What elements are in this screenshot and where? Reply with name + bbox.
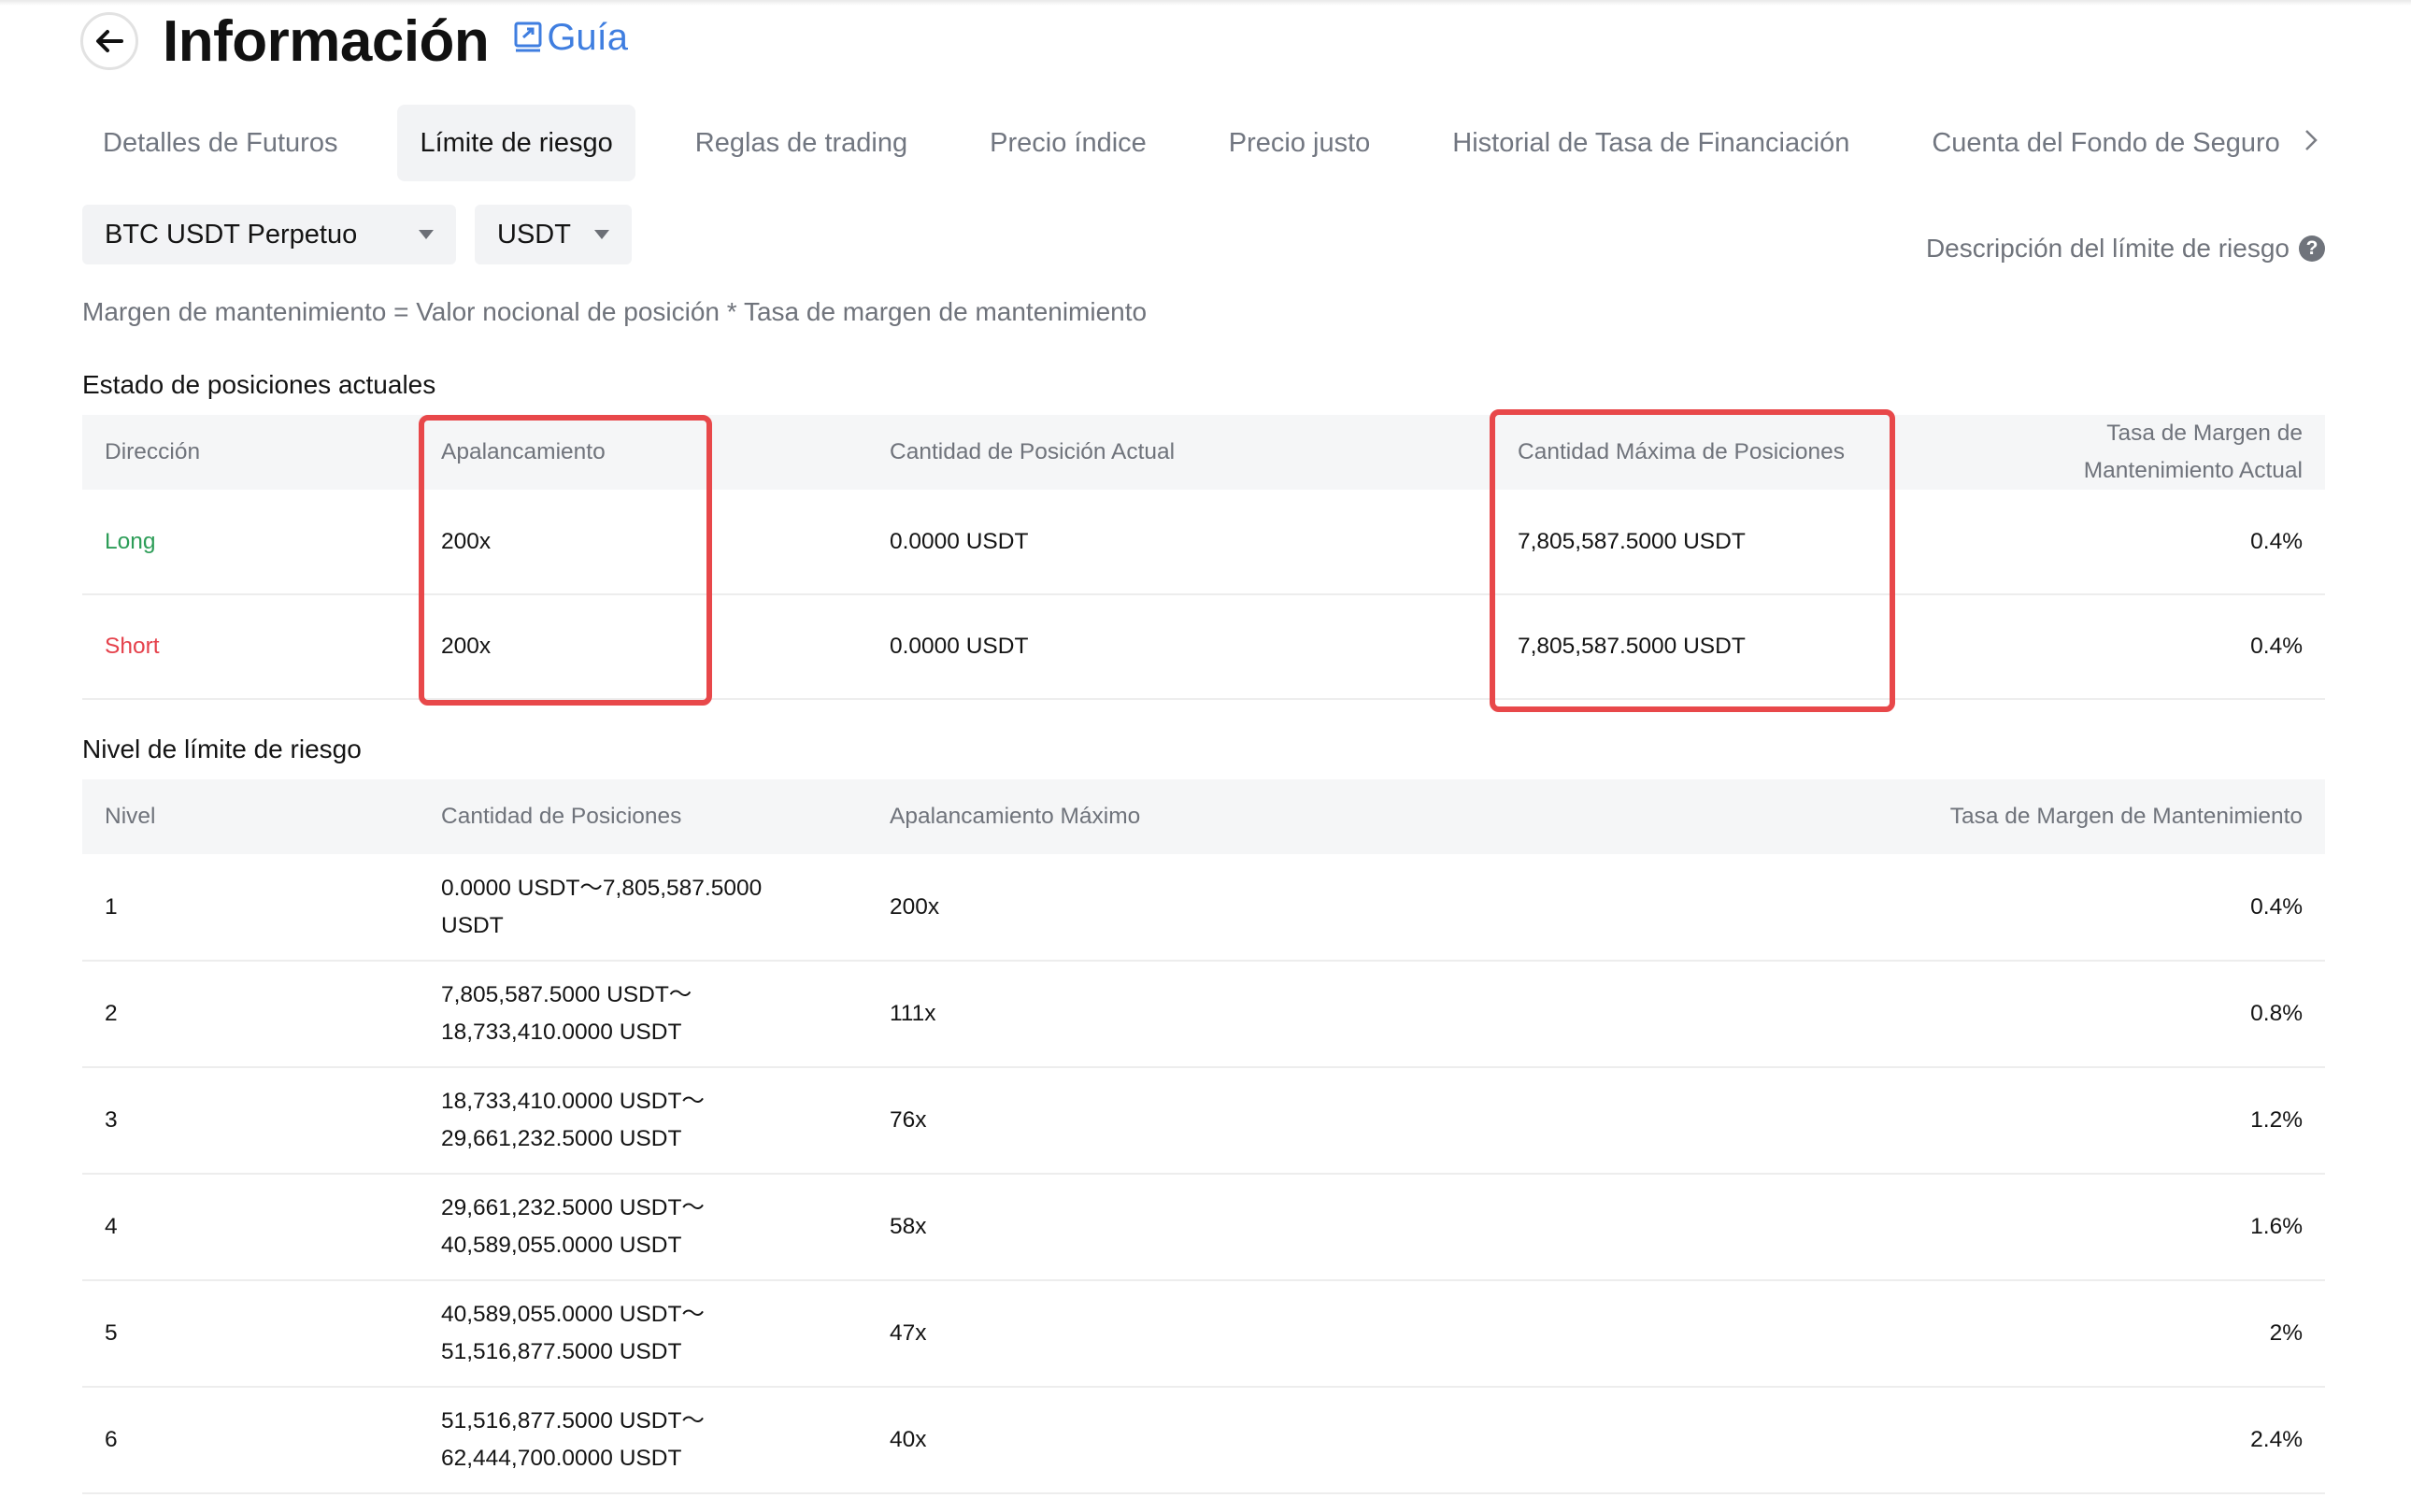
qty-line2: 40,589,055.0000 USDT — [441, 1233, 682, 1258]
col-mmr: Tasa de Margen de Mantenimiento — [1495, 779, 2325, 854]
qty-line1: 18,733,410.0000 USDT～ — [441, 1089, 705, 1114]
currency-select[interactable]: USDT — [475, 205, 632, 264]
level-cell: 1 — [82, 854, 419, 962]
level-cell: 6 — [82, 1387, 419, 1494]
mmr-cell: 0.8% — [1495, 961, 2325, 1068]
col-position-qty: Cantidad de Posiciones — [419, 779, 867, 854]
position-qty-cell: 7,805,587.5000 USDT～ 18,733,410.0000 USDT — [419, 961, 867, 1068]
tab-index-price[interactable]: Precio índice — [967, 105, 1169, 181]
qty-line1: 29,661,232.5000 USDT～ — [441, 1195, 705, 1220]
table-row: 2 7,805,587.5000 USDT～ 18,733,410.0000 US… — [82, 961, 2325, 1068]
qty-line1: 51,516,877.5000 USDT～ — [441, 1408, 705, 1434]
position-qty-cell: 51,516,877.5000 USDT～ 62,444,700.0000 USD… — [419, 1387, 867, 1494]
mmr-cell: 1.6% — [1495, 1174, 2325, 1281]
table-row: 6 51,516,877.5000 USDT～ 62,444,700.0000 U… — [82, 1387, 2325, 1494]
max-leverage-cell: 58x — [867, 1174, 1495, 1281]
direction-cell: Short — [82, 594, 419, 700]
qty-line2: 29,661,232.5000 USDT — [441, 1126, 682, 1151]
position-qty-cell: 29,661,232.5000 USDT～ 40,589,055.0000 USD… — [419, 1174, 867, 1281]
risk-levels-table: Nivel Cantidad de Posiciones Apalancamie… — [82, 779, 2325, 1494]
currency-select-value: USDT — [497, 219, 571, 250]
tab-fair-price[interactable]: Precio justo — [1206, 105, 1393, 181]
guide-label: Guía — [547, 16, 629, 58]
pair-select-value: BTC USDT Perpetuo — [105, 219, 358, 250]
max-leverage-cell: 200x — [867, 854, 1495, 962]
max-leverage-cell: 111x — [867, 961, 1495, 1068]
table-row: 1 0.0000 USDT～7,805,587.5000 USDT 200x 0.… — [82, 854, 2325, 962]
level-cell: 5 — [82, 1280, 419, 1388]
col-level: Nivel — [82, 779, 419, 854]
tab-funding-history[interactable]: Historial de Tasa de Financiación — [1430, 105, 1872, 181]
risk-limit-description-label: Descripción del límite de riesgo — [1925, 234, 2290, 263]
current-positions-title: Estado de posiciones actuales — [82, 370, 436, 399]
tab-futures-details[interactable]: Detalles de Futuros — [80, 105, 360, 181]
mmr-cell: 1.2% — [1495, 1067, 2325, 1175]
mmr-cell: 0.4% — [1495, 854, 2325, 962]
page-title: Información — [163, 8, 490, 74]
max-leverage-cell: 40x — [867, 1387, 1495, 1494]
mmr-cell: 2% — [1495, 1280, 2325, 1388]
max-leverage-cell: 47x — [867, 1280, 1495, 1388]
table-row: 4 29,661,232.5000 USDT～ 40,589,055.0000 U… — [82, 1174, 2325, 1281]
caret-down-icon — [594, 230, 609, 239]
level-cell: 3 — [82, 1067, 419, 1175]
back-button[interactable] — [80, 12, 138, 70]
mmr-cell: 2.4% — [1495, 1387, 2325, 1494]
col-direction: Dirección — [82, 415, 419, 490]
highlight-box-leverage — [419, 415, 712, 706]
table-header-row: Nivel Cantidad de Posiciones Apalancamie… — [82, 779, 2325, 854]
risk-levels-title: Nivel de límite de riesgo — [82, 735, 362, 763]
qty-line2: 18,733,410.0000 USDT — [441, 1020, 682, 1045]
col-current-qty: Cantidad de Posición Actual — [867, 415, 1495, 490]
pair-select[interactable]: BTC USDT Perpetuo — [82, 205, 456, 264]
current-qty-cell: 0.0000 USDT — [867, 490, 1495, 595]
current-qty-cell: 0.0000 USDT — [867, 594, 1495, 700]
qty-line1: 40,589,055.0000 USDT～ — [441, 1302, 705, 1327]
max-leverage-cell: 76x — [867, 1067, 1495, 1175]
level-cell: 2 — [82, 961, 419, 1068]
guide-link[interactable]: Guía — [513, 17, 628, 59]
position-qty-cell: 40,589,055.0000 USDT～ 51,516,877.5000 USD… — [419, 1280, 867, 1388]
direction-cell: Long — [82, 490, 419, 595]
tab-bar: Detalles de Futuros Límite de riesgo Reg… — [80, 105, 2324, 181]
chevron-right-icon — [2305, 130, 2318, 150]
table-row: 5 40,589,055.0000 USDT～ 51,516,877.5000 U… — [82, 1280, 2325, 1388]
risk-limit-description-link[interactable]: Descripción del límite de riesgo ? — [1926, 234, 2325, 264]
filter-bar: BTC USDT Perpetuo USDT — [82, 205, 650, 264]
page-header: Información Guía — [80, 6, 628, 77]
guide-icon — [514, 21, 542, 52]
col-current-mmr-line1: Tasa de Margen de — [2106, 421, 2303, 446]
caret-down-icon — [419, 230, 434, 239]
col-current-mmr-line2: Mantenimiento Actual — [2083, 458, 2303, 483]
highlight-box-max-qty — [1490, 409, 1895, 712]
qty-line2: USDT — [441, 912, 504, 938]
tab-risk-limit[interactable]: Límite de riesgo — [397, 105, 635, 181]
position-qty-cell: 0.0000 USDT～7,805,587.5000 USDT — [419, 854, 867, 962]
qty-line2: 51,516,877.5000 USDT — [441, 1339, 682, 1364]
tab-insurance-fund[interactable]: Cuenta del Fondo de Seguro — [1909, 105, 2287, 181]
qty-line1: 0.0000 USDT～7,805,587.5000 — [441, 875, 763, 901]
maintenance-margin-formula: Margen de mantenimiento = Valor nocional… — [82, 297, 1148, 326]
tabs-scroll-right-button[interactable] — [2297, 121, 2325, 159]
col-max-leverage: Apalancamiento Máximo — [867, 779, 1495, 854]
level-cell: 4 — [82, 1174, 419, 1281]
help-icon[interactable]: ? — [2299, 235, 2325, 262]
tab-trading-rules[interactable]: Reglas de trading — [673, 105, 930, 181]
arrow-left-icon — [96, 30, 123, 52]
mmr-cell: 0.4% — [1916, 490, 2325, 595]
mmr-cell: 0.4% — [1916, 594, 2325, 700]
qty-line2: 62,444,700.0000 USDT — [441, 1446, 682, 1471]
qty-line1: 7,805,587.5000 USDT～ — [441, 982, 692, 1007]
col-current-mmr: Tasa de Margen de Mantenimiento Actual — [1916, 415, 2325, 490]
table-row: 3 18,733,410.0000 USDT～ 29,661,232.5000 U… — [82, 1067, 2325, 1175]
position-qty-cell: 18,733,410.0000 USDT～ 29,661,232.5000 USD… — [419, 1067, 867, 1175]
